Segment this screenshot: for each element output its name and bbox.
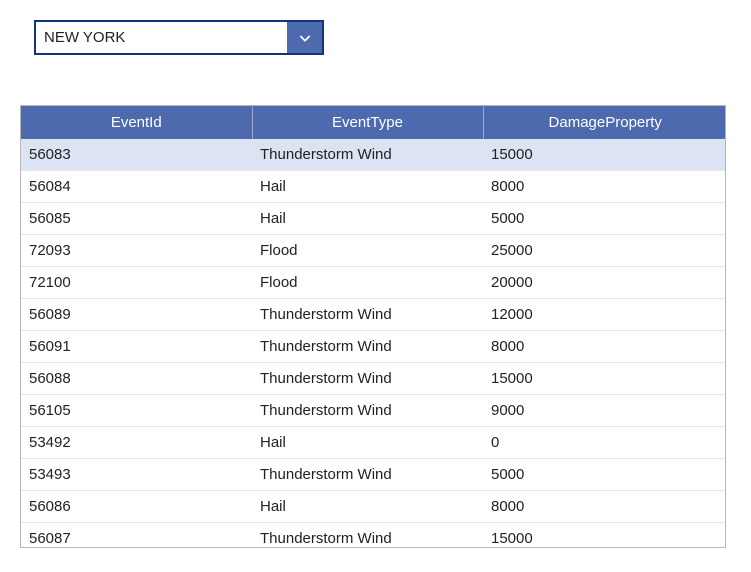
cell-damageproperty: 5000 bbox=[483, 459, 726, 491]
cell-eventtype: Thunderstorm Wind bbox=[252, 363, 483, 395]
table-row[interactable]: 56088Thunderstorm Wind15000 bbox=[21, 363, 726, 395]
cell-eventtype: Thunderstorm Wind bbox=[252, 139, 483, 171]
cell-eventid: 56086 bbox=[21, 491, 252, 523]
cell-eventtype: Hail bbox=[252, 491, 483, 523]
cell-damageproperty: 25000 bbox=[483, 235, 726, 267]
column-header-damageproperty[interactable]: DamageProperty bbox=[483, 106, 726, 139]
cell-damageproperty: 15000 bbox=[483, 139, 726, 171]
table-row[interactable]: 56084Hail8000 bbox=[21, 171, 726, 203]
column-header-eventtype[interactable]: EventType bbox=[252, 106, 483, 139]
cell-eventid: 56087 bbox=[21, 523, 252, 548]
table-row[interactable]: 56083Thunderstorm Wind15000 bbox=[21, 139, 726, 171]
cell-eventid: 72100 bbox=[21, 267, 252, 299]
cell-eventtype: Hail bbox=[252, 427, 483, 459]
cell-damageproperty: 15000 bbox=[483, 363, 726, 395]
column-header-eventid[interactable]: EventId bbox=[21, 106, 252, 139]
cell-eventid: 53493 bbox=[21, 459, 252, 491]
table-row[interactable]: 56085Hail5000 bbox=[21, 203, 726, 235]
cell-damageproperty: 8000 bbox=[483, 491, 726, 523]
cell-damageproperty: 15000 bbox=[483, 523, 726, 548]
table-row[interactable]: 56105Thunderstorm Wind9000 bbox=[21, 395, 726, 427]
cell-eventid: 56083 bbox=[21, 139, 252, 171]
cell-eventtype: Thunderstorm Wind bbox=[252, 299, 483, 331]
cell-damageproperty: 12000 bbox=[483, 299, 726, 331]
chevron-down-icon[interactable] bbox=[287, 22, 322, 53]
events-table-container: EventId EventType DamageProperty 56083Th… bbox=[20, 105, 726, 548]
cell-damageproperty: 0 bbox=[483, 427, 726, 459]
cell-eventtype: Flood bbox=[252, 267, 483, 299]
cell-damageproperty: 20000 bbox=[483, 267, 726, 299]
state-dropdown-label: NEW YORK bbox=[36, 22, 287, 53]
cell-damageproperty: 8000 bbox=[483, 331, 726, 363]
cell-eventtype: Thunderstorm Wind bbox=[252, 459, 483, 491]
cell-eventtype: Hail bbox=[252, 203, 483, 235]
cell-eventid: 56089 bbox=[21, 299, 252, 331]
table-row[interactable]: 56091Thunderstorm Wind8000 bbox=[21, 331, 726, 363]
table-row[interactable]: 72093Flood25000 bbox=[21, 235, 726, 267]
cell-eventid: 53492 bbox=[21, 427, 252, 459]
cell-eventid: 56088 bbox=[21, 363, 252, 395]
cell-eventid: 56105 bbox=[21, 395, 252, 427]
cell-eventid: 56084 bbox=[21, 171, 252, 203]
table-row[interactable]: 53493Thunderstorm Wind5000 bbox=[21, 459, 726, 491]
cell-damageproperty: 8000 bbox=[483, 171, 726, 203]
table-row[interactable]: 56087Thunderstorm Wind15000 bbox=[21, 523, 726, 548]
table-header-row: EventId EventType DamageProperty bbox=[21, 106, 726, 139]
cell-eventid: 56085 bbox=[21, 203, 252, 235]
cell-eventid: 72093 bbox=[21, 235, 252, 267]
cell-eventid: 56091 bbox=[21, 331, 252, 363]
table-row[interactable]: 56089Thunderstorm Wind12000 bbox=[21, 299, 726, 331]
table-row[interactable]: 72100Flood20000 bbox=[21, 267, 726, 299]
cell-damageproperty: 5000 bbox=[483, 203, 726, 235]
table-row[interactable]: 53492Hail0 bbox=[21, 427, 726, 459]
state-dropdown[interactable]: NEW YORK bbox=[34, 20, 324, 55]
table-row[interactable]: 56086Hail8000 bbox=[21, 491, 726, 523]
cell-eventtype: Flood bbox=[252, 235, 483, 267]
events-table: EventId EventType DamageProperty 56083Th… bbox=[21, 106, 726, 548]
cell-eventtype: Hail bbox=[252, 171, 483, 203]
cell-damageproperty: 9000 bbox=[483, 395, 726, 427]
cell-eventtype: Thunderstorm Wind bbox=[252, 395, 483, 427]
cell-eventtype: Thunderstorm Wind bbox=[252, 523, 483, 548]
cell-eventtype: Thunderstorm Wind bbox=[252, 331, 483, 363]
